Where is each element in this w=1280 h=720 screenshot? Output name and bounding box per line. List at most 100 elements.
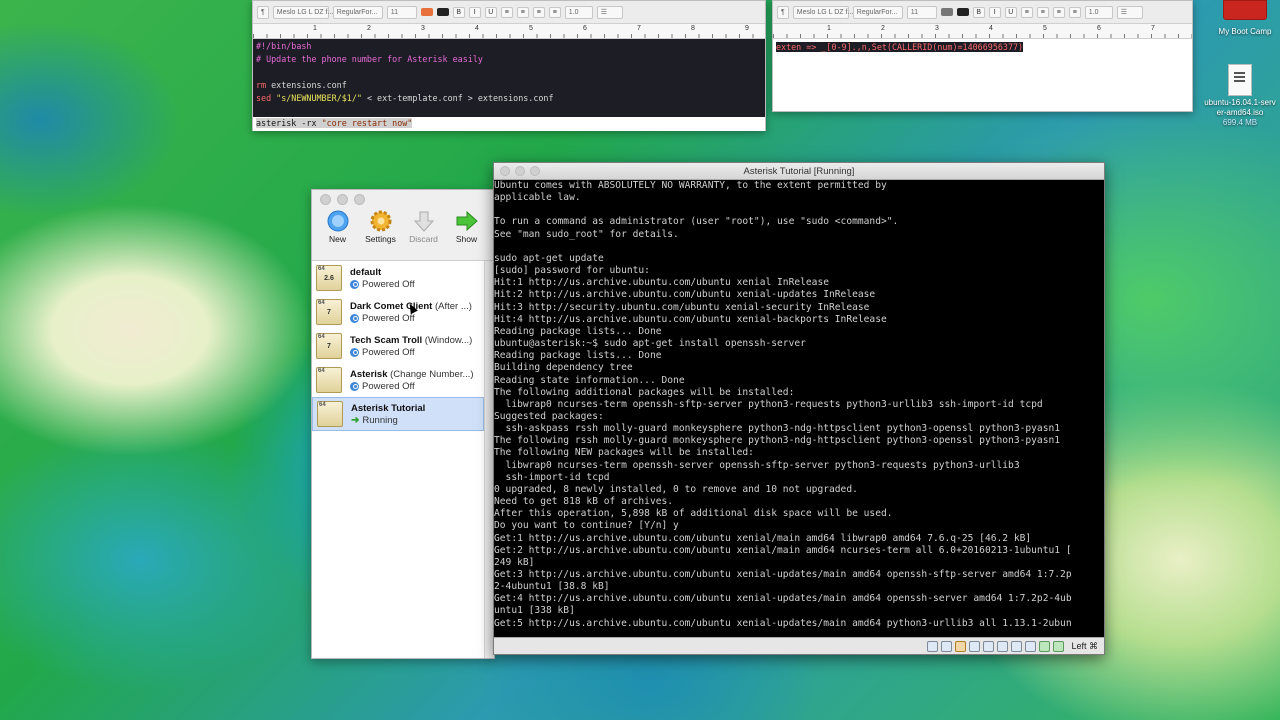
new-icon: [325, 208, 351, 234]
font-family-dropdown[interactable]: Meslo LG L DZ f...: [272, 5, 333, 19]
bold-button[interactable]: B: [452, 6, 465, 18]
toolbar-label: Discard: [409, 234, 438, 244]
ruler-mark: 5: [529, 25, 533, 32]
vm-name: Tech Scam Troll (Window...): [350, 334, 473, 346]
justify-icon[interactable]: ≡: [1068, 6, 1081, 18]
window-title: Asterisk Tutorial [Running]: [743, 165, 855, 177]
italic-button[interactable]: I: [468, 6, 481, 18]
desktop-icon-size: 699.4 MB: [1222, 118, 1258, 127]
virtualbox-manager-window: New Settings Discard Show 642.6 default: [311, 189, 495, 659]
paragraph-style-dropdown[interactable]: ¶: [257, 5, 269, 19]
host-key-label: Left ⌘: [1071, 640, 1098, 651]
font-family-dropdown[interactable]: Meslo LG L DZ f...: [792, 5, 853, 19]
vm-item-asterisk[interactable]: 64 Asterisk (Change Number...) Powered O…: [312, 363, 484, 397]
close-button[interactable]: [500, 166, 510, 176]
extension-line: exten => _[0-9].,n,Set(CALLERID(num)=140…: [776, 42, 1024, 52]
toolbar-label: Show: [455, 234, 478, 244]
format-toolbar: ¶ Meslo LG L DZ f... RegularFor... 11 B …: [773, 1, 1192, 24]
powered-off-icon: [350, 347, 359, 357]
audio-icon[interactable]: [955, 640, 967, 652]
vm-item-asterisk-tutorial[interactable]: 64 Asterisk Tutorial ➜ Running: [312, 397, 484, 431]
vm-item-tech-scam-troll[interactable]: 64 7 Tech Scam Troll (Window...) Powered …: [312, 329, 484, 363]
minimize-button[interactable]: [337, 193, 348, 205]
window-controls: [312, 190, 494, 208]
network-icon[interactable]: [969, 640, 981, 652]
font-style-dropdown[interactable]: RegularFor...: [852, 5, 903, 19]
text-color-swatch[interactable]: [420, 8, 433, 16]
list-style-dropdown[interactable]: ☰: [596, 5, 623, 19]
align-left-icon[interactable]: ≡: [1020, 6, 1033, 18]
desktop-icon-label: My Boot Camp: [1218, 27, 1272, 36]
align-right-icon[interactable]: ≡: [532, 6, 545, 18]
align-left-icon[interactable]: ≡: [500, 6, 513, 18]
font-size-dropdown[interactable]: 11: [386, 5, 417, 19]
vm-state: Running: [362, 414, 398, 426]
shared-folders-icon[interactable]: [997, 640, 1009, 652]
powered-off-icon: [350, 313, 359, 323]
line-spacing-dropdown[interactable]: 1.0: [1084, 5, 1113, 19]
underline-button[interactable]: U: [484, 6, 497, 18]
bold-button[interactable]: B: [972, 6, 985, 18]
desktop-icon-boot-camp[interactable]: My Boot Camp: [1212, 0, 1278, 36]
close-button[interactable]: [320, 193, 331, 205]
list-style-dropdown[interactable]: ☰: [1116, 5, 1143, 19]
script-editor-window: ¶ Meslo LG L DZ f... RegularFor... 11 B …: [252, 0, 766, 131]
display-icon[interactable]: [1011, 640, 1023, 652]
paragraph-style-dropdown[interactable]: ¶: [777, 5, 789, 19]
align-center-icon[interactable]: ≡: [1036, 6, 1049, 18]
font-size-dropdown[interactable]: 11: [906, 5, 937, 19]
window-titlebar[interactable]: Asterisk Tutorial [Running]: [494, 163, 1104, 180]
disk-image-icon: [1228, 64, 1252, 96]
os-windows-icon: 64 7: [316, 333, 342, 359]
hard-drive-icon: [1223, 0, 1267, 20]
terminal-output[interactable]: Ubuntu comes with ABSOLUTELY NO WARRANTY…: [494, 180, 1104, 638]
ruler-mark: 7: [637, 25, 641, 32]
background-color-swatch[interactable]: [436, 8, 449, 16]
selected-code-line-wrap: asterisk -rx "core restart now": [253, 117, 765, 131]
italic-button[interactable]: I: [988, 6, 1001, 18]
extensions-text-area[interactable]: exten => _[0-9].,n,Set(CALLERID(num)=140…: [773, 39, 1192, 55]
ruler-mark: 2: [881, 25, 885, 32]
settings-button[interactable]: Settings: [359, 208, 402, 260]
show-button[interactable]: Show: [445, 208, 488, 260]
vm-state: Powered Off: [362, 278, 415, 290]
background-color-swatch[interactable]: [956, 8, 969, 16]
desktop-icon-ubuntu-iso[interactable]: ubuntu-16.04.1-server-amd64.iso 699.4 MB: [1204, 64, 1276, 127]
script-text-area[interactable]: #!/bin/bash # Update the phone number for…: [253, 39, 765, 117]
ruler-mark: 6: [1097, 25, 1101, 32]
optical-drive-icon[interactable]: [941, 640, 953, 652]
underline-button[interactable]: U: [1004, 6, 1017, 18]
ruler-mark: 2: [367, 25, 371, 32]
text-color-swatch[interactable]: [940, 8, 953, 16]
line-spacing-dropdown[interactable]: 1.0: [564, 5, 593, 19]
new-vm-button[interactable]: New: [316, 208, 359, 260]
vm-state: Powered Off: [362, 380, 415, 392]
ruler-mark: 5: [1043, 25, 1047, 32]
font-style-dropdown[interactable]: RegularFor...: [332, 5, 383, 19]
ruler-mark: 9: [745, 25, 749, 32]
justify-icon[interactable]: ≡: [548, 6, 561, 18]
discard-button[interactable]: Discard: [402, 208, 445, 260]
usb-icon[interactable]: [983, 640, 995, 652]
minimize-button[interactable]: [515, 166, 525, 176]
os-ubuntu-icon: 64: [317, 401, 343, 427]
code-line: #!/bin/bash: [256, 41, 312, 51]
os-windows-icon: 64 7: [316, 299, 342, 325]
selected-code-line[interactable]: asterisk -rx "core restart now": [256, 118, 413, 128]
vm-name: Asterisk (Change Number...): [350, 368, 474, 380]
zoom-button[interactable]: [530, 166, 540, 176]
vm-item-default[interactable]: 64 2.6 default Powered Off: [312, 261, 484, 295]
cpu-icon[interactable]: [1039, 640, 1051, 652]
align-center-icon[interactable]: ≡: [516, 6, 529, 18]
ruler-mark: 4: [989, 25, 993, 32]
mouse-integration-icon[interactable]: [1053, 640, 1065, 652]
code-line: rm extensions.conf: [256, 79, 347, 90]
video-capture-icon[interactable]: [1025, 640, 1037, 652]
align-right-icon[interactable]: ≡: [1052, 6, 1065, 18]
ruler-mark: 3: [421, 25, 425, 32]
powered-off-icon: [350, 279, 359, 289]
zoom-button[interactable]: [354, 193, 365, 205]
vm-item-dark-comet-client[interactable]: 64 7 Dark Comet Client (After ...) Powere…: [312, 295, 484, 329]
os-linux-icon: 64 2.6: [316, 265, 342, 291]
hard-disk-icon[interactable]: [927, 640, 939, 652]
